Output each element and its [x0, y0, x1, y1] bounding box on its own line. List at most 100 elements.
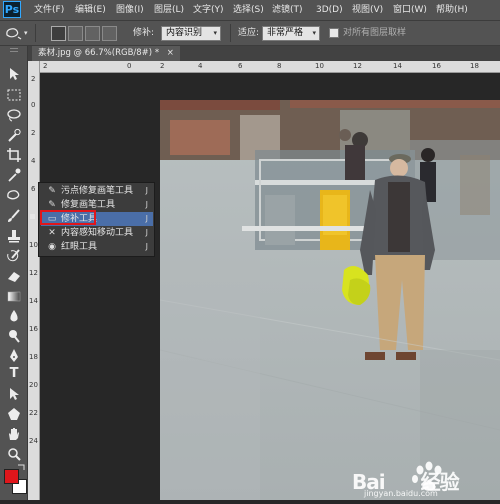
document-canvas[interactable] [160, 100, 500, 500]
toolbox-grip[interactable] [10, 48, 18, 52]
ruler-number: 14 [29, 297, 38, 305]
chevron-down-icon: ▾ [213, 29, 217, 37]
swap-colors-icon[interactable] [17, 456, 27, 470]
dodge-tool-icon[interactable] [5, 328, 23, 344]
flyout-item-spot-healing[interactable]: ✎ 污点修复画笔工具 J [41, 184, 153, 198]
intersect-selection-button[interactable] [102, 26, 117, 41]
photoshop-logo: Ps [3, 1, 21, 18]
ruler-number: 6 [31, 185, 36, 193]
ruler-number: 10 [29, 241, 38, 249]
adapt-label: 适应: [238, 28, 260, 38]
repair-mode-select[interactable]: 内容识别 ▾ [161, 26, 221, 41]
menu-filter[interactable]: 滤镜(T) [272, 3, 303, 17]
ruler-number: 22 [29, 409, 38, 417]
move-tool-icon[interactable] [5, 66, 23, 82]
quick-selection-tool-icon[interactable] [5, 127, 23, 143]
brush-tool-icon[interactable] [5, 208, 23, 224]
healing-tool-icon[interactable] [5, 187, 23, 203]
flyout-item-shortcut: J [145, 186, 148, 195]
menu-window[interactable]: 窗口(W) [393, 3, 427, 17]
menu-select[interactable]: 选择(S) [233, 3, 264, 17]
clone-stamp-tool-icon[interactable] [5, 228, 23, 244]
ruler-number: 2 [31, 75, 36, 83]
options-bar: ▾ 修补: 内容识别 ▾ 适应: 非常严格 ▾ 对所有图层取样 [0, 20, 500, 46]
pen-tool-icon[interactable] [5, 348, 23, 364]
divider [230, 24, 231, 42]
toolbox: T [0, 46, 28, 500]
ruler-number: 14 [393, 62, 402, 70]
flyout-item-red-eye[interactable]: ◉ 红眼工具 J [41, 240, 153, 254]
vertical-ruler[interactable]: 2 0 2 4 6 8 10 12 14 16 18 20 22 24 [28, 61, 40, 500]
document-tab-title: 素材.jpg @ 66.7%(RGB/8#) * [38, 48, 160, 58]
ruler-number: 4 [31, 157, 36, 165]
eyedropper-tool-icon[interactable] [5, 167, 23, 183]
spot-healing-brush-icon: ✎ [48, 186, 56, 196]
menu-bar: Ps 文件(F) 编辑(E) 图像(I) 图层(L) 文字(Y) 选择(S) 滤… [0, 0, 500, 20]
sample-all-layers-label: 对所有图层取样 [343, 28, 407, 38]
hand-tool-icon[interactable] [5, 426, 23, 442]
station-photo [160, 100, 500, 500]
content-aware-move-icon: ✕ [48, 228, 56, 238]
patch-tool-preset-icon[interactable] [4, 25, 22, 41]
blur-tool-icon[interactable] [5, 308, 23, 324]
gradient-tool-icon[interactable] [5, 288, 23, 304]
foreground-color-swatch[interactable] [4, 469, 19, 484]
ruler-number: 12 [353, 62, 362, 70]
ruler-number: 4 [198, 62, 203, 70]
ruler-number: 20 [29, 381, 38, 389]
flyout-item-shortcut: J [145, 228, 148, 237]
menu-file[interactable]: 文件(F) [34, 3, 64, 17]
adapt-mode-select[interactable]: 非常严格 ▾ [262, 26, 320, 41]
menu-view[interactable]: 视图(V) [352, 3, 383, 17]
menu-type[interactable]: 文字(Y) [193, 3, 224, 17]
shape-tool-icon[interactable] [5, 406, 23, 422]
marquee-tool-icon[interactable] [5, 87, 23, 103]
flyout-item-label: 红眼工具 [61, 242, 98, 252]
divider [35, 24, 36, 42]
ruler-number: 2 [31, 129, 36, 137]
history-brush-tool-icon[interactable] [5, 248, 23, 264]
ruler-number: 18 [470, 62, 479, 70]
menu-3d[interactable]: 3D(D) [316, 3, 343, 17]
horizontal-ruler[interactable]: 2 0 2 4 6 8 10 12 14 16 18 [40, 61, 500, 73]
menu-edit[interactable]: 编辑(E) [75, 3, 106, 17]
ruler-number: 0 [31, 101, 36, 109]
close-icon[interactable]: × [167, 48, 174, 58]
lasso-tool-icon[interactable] [5, 107, 23, 123]
active-tool-bullet [30, 214, 35, 219]
type-tool-icon[interactable]: T [5, 366, 23, 382]
menu-help[interactable]: 帮助(H) [436, 3, 468, 17]
flyout-item-label: 污点修复画笔工具 [61, 186, 134, 196]
subtract-selection-button[interactable] [85, 26, 100, 41]
ruler-number: 2 [160, 62, 165, 70]
ruler-number: 18 [29, 353, 38, 361]
flyout-item-content-aware-move[interactable]: ✕ 内容感知移动工具 J [41, 226, 153, 240]
flyout-item-shortcut: J [145, 200, 148, 209]
add-selection-button[interactable] [68, 26, 83, 41]
eraser-tool-icon[interactable] [5, 268, 23, 284]
flyout-item-shortcut: J [145, 214, 148, 223]
repair-label: 修补: [133, 28, 155, 38]
document-tab[interactable]: 素材.jpg @ 66.7%(RGB/8#) * × [32, 46, 180, 61]
sample-all-layers-checkbox[interactable] [329, 28, 339, 38]
ruler-number: 12 [29, 269, 38, 277]
crop-tool-icon[interactable] [5, 147, 23, 163]
ruler-number: 8 [277, 62, 282, 70]
ruler-number: 0 [127, 62, 132, 70]
path-selection-tool-icon[interactable] [5, 386, 23, 402]
chevron-down-icon: ▾ [312, 29, 316, 37]
new-selection-button[interactable] [51, 26, 66, 41]
watermark-url: jingyan.baidu.com [364, 489, 438, 498]
menu-layer[interactable]: 图层(L) [154, 3, 184, 17]
flyout-item-label: 内容感知移动工具 [61, 228, 134, 238]
ruler-number: 16 [432, 62, 441, 70]
menu-image[interactable]: 图像(I) [116, 3, 144, 17]
ruler-number: 24 [29, 437, 38, 445]
ruler-number: 10 [315, 62, 324, 70]
flyout-item-shortcut: J [145, 242, 148, 251]
adapt-mode-value: 非常严格 [267, 28, 304, 38]
preset-dropdown-arrow-icon[interactable]: ▾ [24, 26, 28, 40]
red-eye-icon: ◉ [48, 242, 56, 252]
document-tab-bar: 素材.jpg @ 66.7%(RGB/8#) * × [28, 46, 500, 61]
patch-tool-highlight-box [40, 210, 96, 225]
